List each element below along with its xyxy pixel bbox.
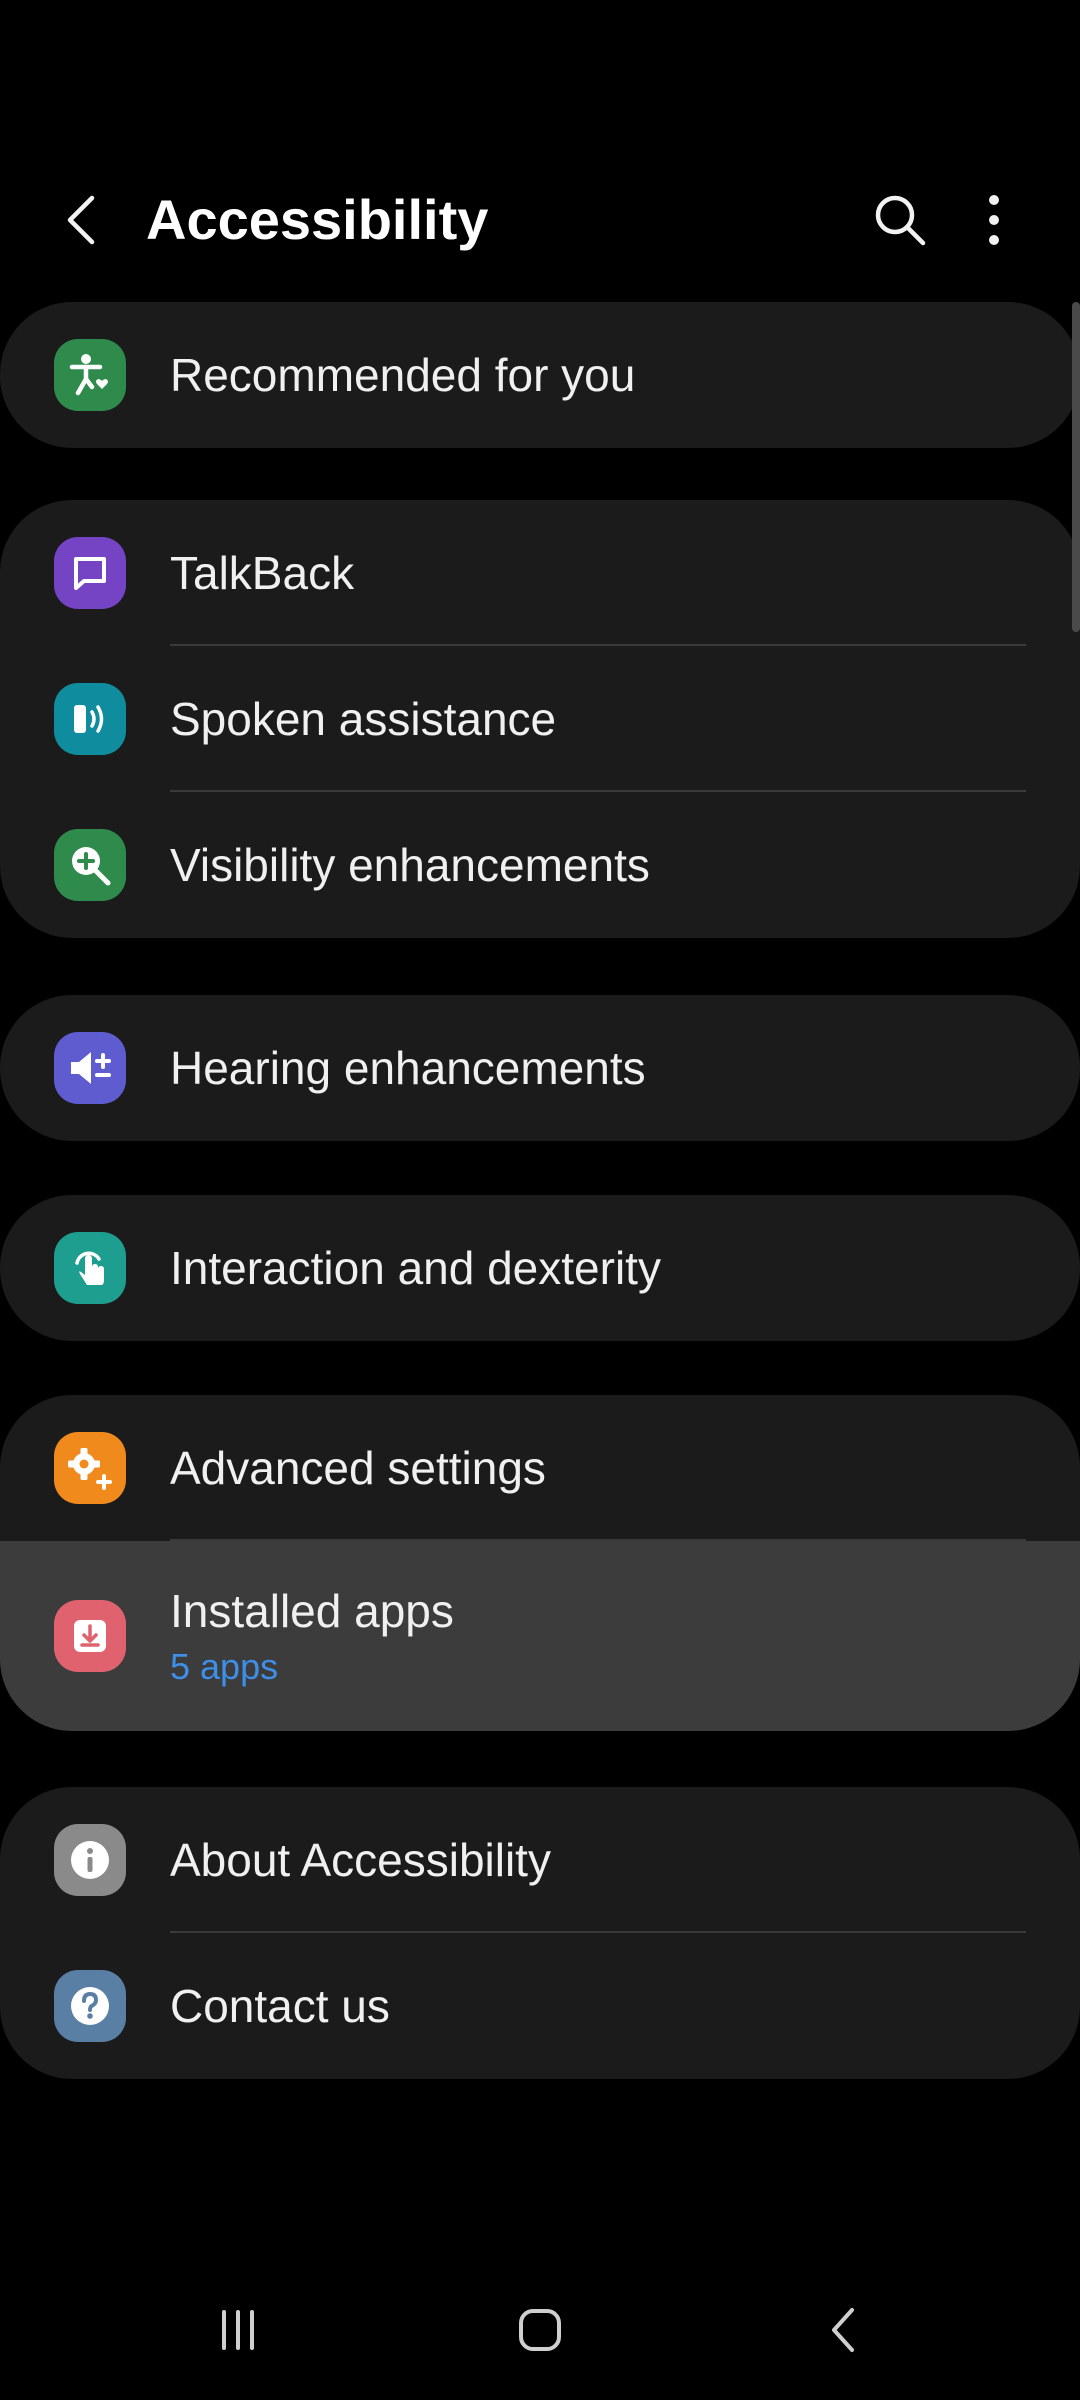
- recents-icon: [222, 2310, 254, 2350]
- back-button[interactable]: [50, 180, 114, 260]
- menu-item-about-accessibility[interactable]: About Accessibility: [0, 1787, 1080, 1933]
- chat-bubble-icon: [54, 537, 126, 609]
- menu-item-label: Contact us: [170, 1980, 390, 2032]
- zoom-in-icon: [54, 829, 126, 901]
- scrollbar[interactable]: [1072, 302, 1080, 632]
- menu-item-label: TalkBack: [170, 547, 355, 599]
- gear-plus-icon: [54, 1432, 126, 1504]
- search-icon: [875, 195, 926, 246]
- menu-item-label: Visibility enhancements: [170, 839, 650, 891]
- menu-item-advanced-settings[interactable]: Advanced settings: [0, 1395, 1080, 1541]
- menu-item-label: Installed apps: [170, 1585, 454, 1637]
- sound-wave-icon: [54, 683, 126, 755]
- volume-plus-icon: [54, 1032, 126, 1104]
- info-icon: [54, 1824, 126, 1896]
- nav-back-button[interactable]: [784, 2290, 904, 2370]
- menu-item-installed-apps[interactable]: Installed apps 5 apps: [0, 1541, 1080, 1731]
- card-about: About Accessibility Contact us: [0, 1787, 1080, 2079]
- card-interaction: Interaction and dexterity: [0, 1195, 1080, 1341]
- home-icon: [519, 2309, 561, 2351]
- menu-item-label: Interaction and dexterity: [170, 1242, 661, 1294]
- back-icon: [832, 2308, 854, 2352]
- more-vert-icon: [989, 195, 999, 245]
- menu-item-sublabel: 5 apps: [170, 1646, 279, 1687]
- menu-item-label: Hearing enhancements: [170, 1042, 646, 1094]
- card-hearing: Hearing enhancements: [0, 995, 1080, 1141]
- touch-hand-icon: [54, 1232, 126, 1304]
- help-icon: [54, 1970, 126, 2042]
- chevron-left-icon: [67, 195, 95, 245]
- screen: Accessibility Recommended for you TalkBa…: [0, 0, 1080, 2400]
- menu-item-label: About Accessibility: [170, 1834, 551, 1886]
- recents-button[interactable]: [178, 2290, 298, 2370]
- card-recommended: Recommended for you: [0, 302, 1080, 448]
- menu-item-label: Advanced settings: [170, 1442, 546, 1494]
- menu-item-contact-us[interactable]: Contact us: [0, 1933, 1080, 2079]
- menu-item-spoken-assistance[interactable]: Spoken assistance: [0, 646, 1080, 792]
- home-button[interactable]: [480, 2290, 600, 2370]
- more-options-button[interactable]: [962, 180, 1026, 260]
- download-icon: [54, 1600, 126, 1672]
- page-title: Accessibility: [146, 188, 489, 251]
- card-advanced: Advanced settings Installed apps 5 apps: [0, 1395, 1080, 1731]
- menu-item-hearing-enhancements[interactable]: Hearing enhancements: [0, 995, 1080, 1141]
- menu-item-label: Spoken assistance: [170, 693, 557, 745]
- menu-item-label: Recommended for you: [170, 349, 636, 401]
- card-vision: TalkBack Spoken assistance Visibility en…: [0, 500, 1080, 938]
- accessibility-person-icon: [54, 339, 126, 411]
- search-button[interactable]: [864, 180, 936, 260]
- app-bar: Accessibility: [0, 160, 1080, 280]
- menu-item-recommended[interactable]: Recommended for you: [0, 302, 1080, 448]
- menu-item-talkback[interactable]: TalkBack: [0, 500, 1080, 646]
- menu-item-interaction-dexterity[interactable]: Interaction and dexterity: [0, 1195, 1080, 1341]
- system-nav-bar: [0, 2260, 1080, 2400]
- menu-item-visibility-enhancements[interactable]: Visibility enhancements: [0, 792, 1080, 938]
